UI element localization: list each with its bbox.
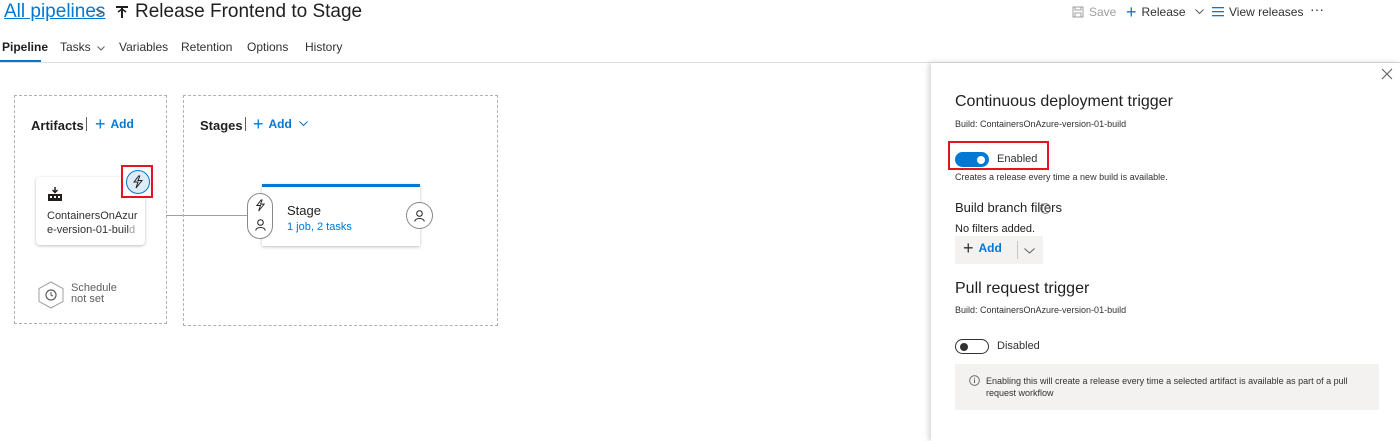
tab-variables[interactable]: Variables [119,40,168,54]
add-artifact-button[interactable]: + Add [95,114,134,134]
separator [86,117,87,131]
stages-heading: Stages [200,118,243,133]
page-title: Release Frontend to Stage [135,1,363,22]
chevron-down-icon [97,46,105,51]
pr-info-text: Enabling this will create a release ever… [986,376,1348,398]
split-divider [1017,241,1018,259]
pr-trigger-toggle-label: Disabled [997,340,1040,352]
close-icon[interactable] [1380,67,1394,81]
chevron-down-icon [1194,9,1204,15]
build-artifact-icon [48,187,62,201]
add-filter-split-button: + Add [955,236,1043,264]
save-icon [1072,6,1084,18]
post-deployment-conditions-button[interactable] [406,202,433,229]
save-button[interactable]: Save [1072,5,1116,19]
release-pipeline-icon [116,6,128,18]
chevron-down-icon[interactable] [1024,248,1035,254]
separator [245,117,246,131]
active-tab-indicator [0,60,41,62]
schedule-status: Schedule not set [71,282,117,305]
toggle-knob [960,342,968,351]
approver-icon [255,219,266,231]
top-bar: All pipelines > Release Frontend to Stag… [0,0,1400,30]
artifacts-heading: Artifacts [31,118,84,133]
tab-pipeline[interactable]: Pipeline [2,40,48,54]
trigger-circle [126,170,150,194]
pr-trigger-build: Build: ContainersOnAzure-version-01-buil… [955,305,1127,315]
add-stage-label: Add [268,117,292,131]
plus-icon: + [963,238,974,258]
cd-trigger-toggle-label: Enabled [997,153,1038,165]
tab-bar: Pipeline Tasks Variables Retention Optio… [0,37,1400,63]
tab-history[interactable]: History [305,40,342,54]
add-filter-label: Add [978,241,1002,255]
cd-trigger-toggle[interactable] [955,152,989,167]
cd-trigger-build: Build: ContainersOnAzure-version-01-buil… [955,119,1127,129]
more-actions-button[interactable]: ··· [1310,1,1324,17]
toggle-knob [977,155,985,164]
schedule-button[interactable] [37,281,65,309]
approver-icon [414,210,425,222]
info-icon [969,375,980,386]
plus-icon: + [95,114,106,134]
continuous-deployment-trigger-button[interactable] [121,165,153,198]
info-icon[interactable] [1040,203,1051,214]
artifact-name: ContainersOnAzur e-version-01-build [47,210,138,236]
list-icon [1212,7,1224,17]
plus-icon: + [1126,2,1137,22]
breadcrumb-all-pipelines[interactable]: All pipelines [4,1,105,23]
cd-trigger-description: Creates a release every time a new build… [955,172,1168,182]
stage-card[interactable]: Stage 1 job, 2 tasks [262,184,420,246]
stage-summary-link[interactable]: 1 job, 2 tasks [287,221,352,233]
add-artifact-label: Add [110,117,134,131]
filters-empty-message: No filters added. [955,223,1036,235]
pr-trigger-title: Pull request trigger [955,280,1090,297]
chevron-down-icon [298,121,308,127]
stage-name: Stage [287,203,321,218]
lightning-bolt-icon [255,199,266,212]
lightning-bolt-icon [132,175,144,189]
pr-info-message: Enabling this will create a release ever… [955,364,1379,410]
pr-trigger-toggle[interactable] [955,339,989,354]
view-releases-label: View releases [1229,5,1304,19]
breadcrumb-separator: > [95,4,104,21]
release-label: Release [1141,5,1186,19]
add-stage-button[interactable]: + Add [253,114,308,134]
release-button[interactable]: + Release [1126,2,1204,22]
view-releases-button[interactable]: View releases [1212,5,1303,19]
cd-trigger-title: Continuous deployment trigger [955,93,1173,110]
plus-icon: + [253,114,264,134]
pre-deployment-conditions-button[interactable] [247,193,273,239]
tab-retention[interactable]: Retention [181,40,232,54]
save-label: Save [1089,5,1117,19]
add-filter-button[interactable]: + Add [963,238,1002,258]
tab-tasks[interactable]: Tasks [60,40,105,54]
tab-options[interactable]: Options [247,40,288,54]
